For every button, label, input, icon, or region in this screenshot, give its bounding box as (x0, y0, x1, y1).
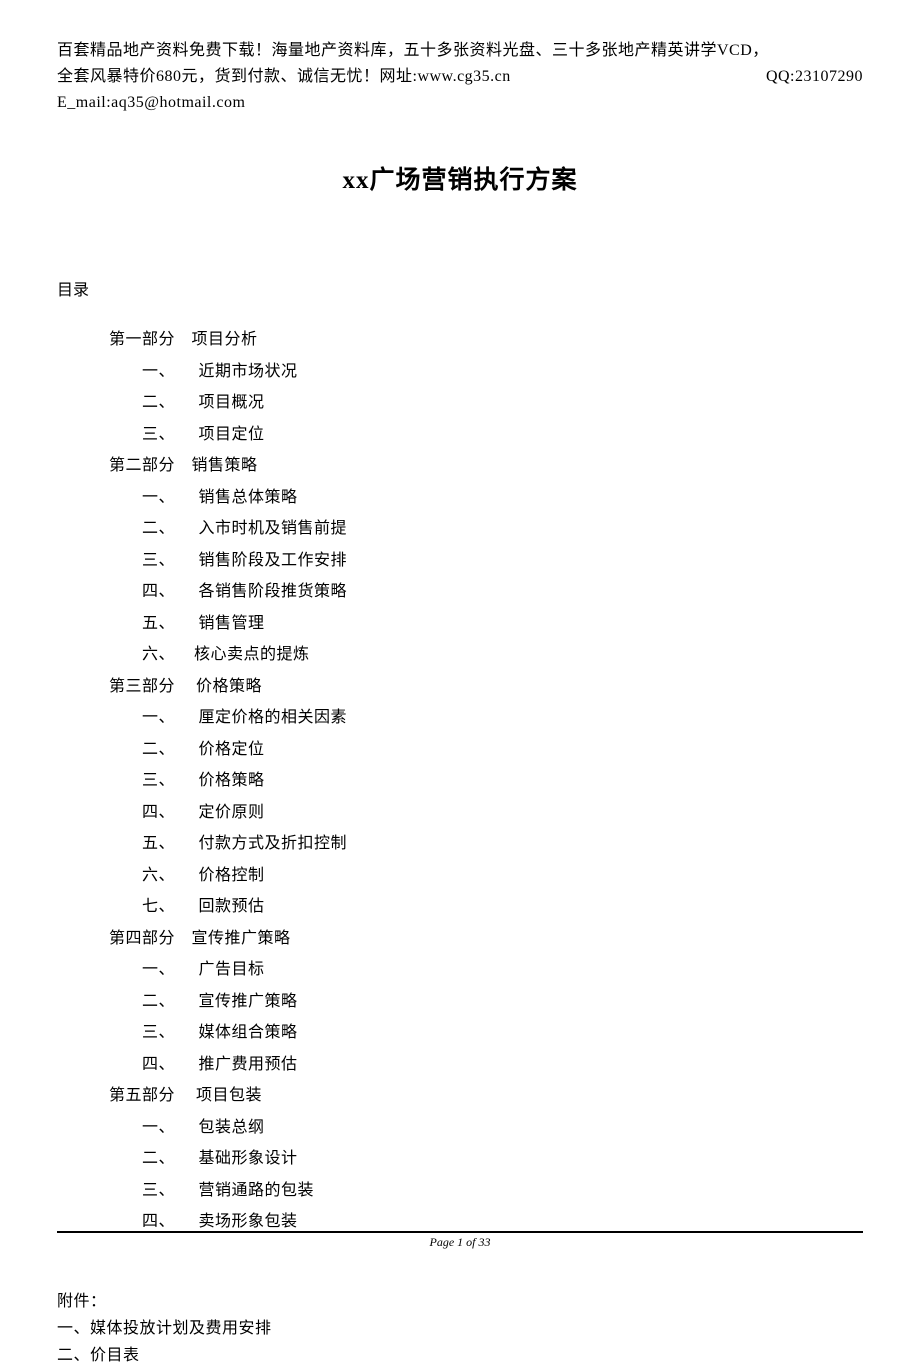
toc-item-text: 卖场形象包装 (194, 1213, 298, 1230)
header-line-1: 百套精品地产资料免费下载！海量地产资料库，五十多张资料光盘、三十多张地产精英讲学… (57, 38, 863, 64)
toc-item-num: 四、 (142, 576, 194, 608)
toc-item-num: 三、 (142, 1175, 194, 1207)
toc-item-text: 回款预估 (194, 898, 265, 915)
toc-item-text: 广告目标 (194, 961, 265, 978)
toc-part: 第五部分 项目包装 (109, 1080, 863, 1112)
toc-item-text: 营销通路的包装 (194, 1182, 314, 1199)
toc-item-text: 付款方式及折扣控制 (194, 835, 347, 852)
toc-item-num: 四、 (142, 797, 194, 829)
toc-part: 第四部分 宣传推广策略 (109, 923, 863, 955)
toc-item: 一、 包装总纲 (142, 1112, 863, 1144)
toc-item-text: 基础形象设计 (194, 1150, 298, 1167)
toc-item: 二、 基础形象设计 (142, 1143, 863, 1175)
toc-item-text: 价格控制 (194, 867, 265, 884)
toc-part: 第三部分 价格策略 (109, 671, 863, 703)
toc-item: 三、 营销通路的包装 (142, 1175, 863, 1207)
toc-item: 六、 价格控制 (142, 860, 863, 892)
toc-item-text: 销售阶段及工作安排 (194, 552, 347, 569)
toc-item-num: 三、 (142, 419, 194, 451)
toc-item-text: 价格策略 (194, 772, 265, 789)
toc-item: 五、 销售管理 (142, 608, 863, 640)
toc-part: 第一部分 项目分析 (109, 324, 863, 356)
toc-item-text: 销售管理 (194, 615, 265, 632)
attachment-item: 一、媒体投放计划及费用安排 (57, 1315, 863, 1342)
toc-item-text: 推广费用预估 (194, 1056, 298, 1073)
toc-item-text: 定价原则 (194, 804, 265, 821)
toc-item-text: 厘定价格的相关因素 (194, 709, 347, 726)
toc-item: 五、 付款方式及折扣控制 (142, 828, 863, 860)
toc-item-num: 三、 (142, 765, 194, 797)
toc-item-text: 媒体组合策略 (194, 1024, 298, 1041)
toc-item-num: 二、 (142, 734, 194, 766)
toc-item-num: 二、 (142, 986, 194, 1018)
attachment-heading: 附件： (57, 1288, 863, 1315)
toc-item-num: 一、 (142, 482, 194, 514)
toc-item-num: 三、 (142, 545, 194, 577)
toc-item-text: 项目概况 (194, 394, 265, 411)
toc-item: 一、 近期市场状况 (142, 356, 863, 388)
document-title: xx广场营销执行方案 (57, 160, 863, 196)
toc-item: 三、 价格策略 (142, 765, 863, 797)
toc-item-num: 一、 (142, 1112, 194, 1144)
toc-item-num: 一、 (142, 356, 194, 388)
toc-item-num: 二、 (142, 1143, 194, 1175)
toc-item: 三、 销售阶段及工作安排 (142, 545, 863, 577)
header-line-2-right: QQ:23107290 (766, 64, 863, 90)
toc-item: 三、 项目定位 (142, 419, 863, 451)
table-of-contents: 第一部分 项目分析 一、 近期市场状况 二、 项目概况 三、 项目定位 第二部分… (57, 324, 863, 1238)
toc-item-num: 二、 (142, 513, 194, 545)
attachment-item: 二、价目表 (57, 1342, 863, 1369)
header-line-2-left: 全套风暴特价680元，货到付款、诚信无忧！网址:www.cg35.cn (57, 64, 511, 90)
toc-item-text: 项目定位 (194, 426, 265, 443)
toc-item-num: 六、 (142, 639, 194, 671)
toc-item: 六、核心卖点的提炼 (142, 639, 863, 671)
toc-item-text: 价格定位 (194, 741, 265, 758)
toc-item-text: 包装总纲 (194, 1119, 265, 1136)
toc-item: 二、 入市时机及销售前提 (142, 513, 863, 545)
toc-part: 第二部分 销售策略 (109, 450, 863, 482)
page-number: Page 1 of 33 (430, 1235, 491, 1249)
toc-item: 四、 各销售阶段推货策略 (142, 576, 863, 608)
header-line-3: E_mail:aq35@hotmail.com (57, 90, 863, 116)
toc-item-num: 七、 (142, 891, 194, 923)
toc-item: 二、 价格定位 (142, 734, 863, 766)
toc-item-num: 五、 (142, 828, 194, 860)
toc-item-num: 三、 (142, 1017, 194, 1049)
toc-item-text: 入市时机及销售前提 (194, 520, 347, 537)
toc-item: 二、 项目概况 (142, 387, 863, 419)
toc-item-num: 一、 (142, 702, 194, 734)
toc-item: 一、 厘定价格的相关因素 (142, 702, 863, 734)
document-header: 百套精品地产资料免费下载！海量地产资料库，五十多张资料光盘、三十多张地产精英讲学… (57, 38, 863, 116)
toc-item-text: 近期市场状况 (194, 363, 298, 380)
toc-item: 一、 销售总体策略 (142, 482, 863, 514)
toc-item-text: 核心卖点的提炼 (194, 646, 310, 663)
attachment-section: 附件： 一、媒体投放计划及费用安排 二、价目表 (57, 1288, 863, 1369)
toc-item-num: 六、 (142, 860, 194, 892)
header-line-2: 全套风暴特价680元，货到付款、诚信无忧！网址:www.cg35.cn QQ:2… (57, 64, 863, 90)
toc-item-num: 二、 (142, 387, 194, 419)
toc-item: 四、 推广费用预估 (142, 1049, 863, 1081)
toc-item-text: 各销售阶段推货策略 (194, 583, 347, 600)
toc-item: 七、 回款预估 (142, 891, 863, 923)
toc-item: 四、 定价原则 (142, 797, 863, 829)
toc-heading: 目录 (57, 276, 863, 300)
toc-item: 二、 宣传推广策略 (142, 986, 863, 1018)
page-footer: Page 1 of 33 (57, 1231, 863, 1250)
toc-item-num: 一、 (142, 954, 194, 986)
toc-item-num: 五、 (142, 608, 194, 640)
toc-item: 一、 广告目标 (142, 954, 863, 986)
toc-item-num: 四、 (142, 1049, 194, 1081)
toc-item-text: 宣传推广策略 (194, 993, 298, 1010)
toc-item-text: 销售总体策略 (194, 489, 298, 506)
toc-item: 三、 媒体组合策略 (142, 1017, 863, 1049)
